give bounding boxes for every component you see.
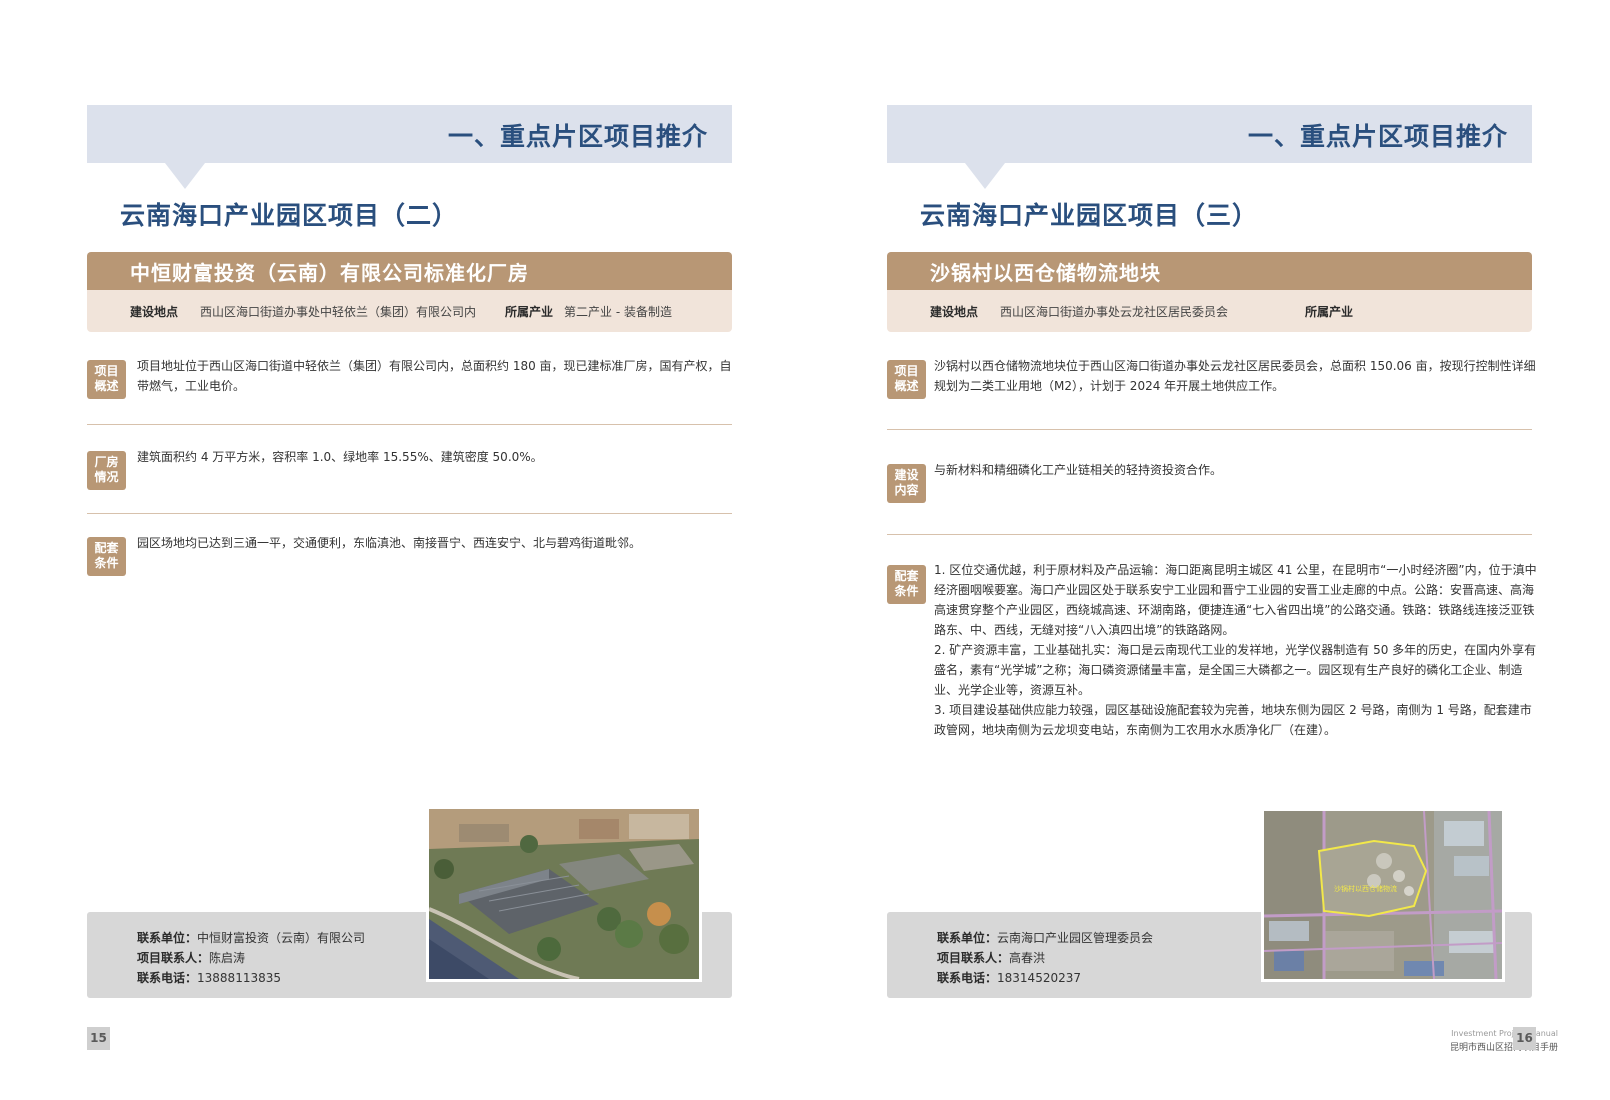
banner-notch xyxy=(165,163,205,189)
location-value: 西山区海口街道办事处中轻依兰（集团）有限公司内 xyxy=(200,305,477,319)
contact-phone-label: 联系电话： xyxy=(137,971,198,985)
contact-person-value: 高春洪 xyxy=(1009,951,1046,965)
contact-unit-value: 云南海口产业园区管理委员会 xyxy=(997,931,1154,945)
banner-title: 一、重点片区项目推介 xyxy=(447,122,708,151)
contact-phone-label: 联系电话： xyxy=(937,971,998,985)
page-number: 15 xyxy=(87,1027,110,1050)
project-info-bar: 建设地点 西山区海口街道办事处云龙社区居民委员会 所属产业 xyxy=(887,290,1532,332)
map-site-label: 沙锅村以西仓储物流 xyxy=(1334,884,1397,893)
banner-notch xyxy=(965,163,1005,189)
overview-text: 项目地址位于西山区海口街道中轻依兰（集团）有限公司内，总面积约 180 亩，现已… xyxy=(137,359,732,393)
contact-phone: 联系电话：13888113835 xyxy=(137,969,281,986)
plant-text: 建筑面积约 4 万平方米，容积率 1.0、绿地率 15.55%、建筑密度 50.… xyxy=(137,450,543,464)
location-value: 西山区海口街道办事处云龙社区居民委员会 xyxy=(1000,305,1229,319)
project-name-bar: 中恒财富投资（云南）有限公司标准化厂房 xyxy=(87,252,732,290)
conditions-list: 1. 区位交通优越，利于原材料及产品运输：海口距离昆明主城区 41 公里，在昆明… xyxy=(934,560,1537,740)
industry-value: 第二产业 - 装备制造 xyxy=(564,305,672,319)
badge-line: 建设 xyxy=(894,468,919,482)
industry-label: 所属产业 xyxy=(505,305,554,319)
page-number: 16 xyxy=(1513,1027,1536,1050)
project-title: 云南海口产业园区项目（二） xyxy=(120,201,459,230)
conditions-badge: 配套 条件 xyxy=(87,537,126,576)
contact-person-label: 项目联系人： xyxy=(137,951,210,965)
badge-line: 配套 xyxy=(894,569,919,583)
banner-title: 一、重点片区项目推介 xyxy=(1247,122,1508,151)
contact-phone-value: 18314520237 xyxy=(997,971,1081,985)
badge-line: 概述 xyxy=(94,379,119,393)
badge-line: 内容 xyxy=(894,483,919,497)
location-label: 建设地点 xyxy=(130,305,179,319)
contact-unit: 联系单位：云南海口产业园区管理委员会 xyxy=(937,929,1153,946)
condition-item: 2. 矿产资源丰富，工业基础扎实：海口是云南现代工业的发祥地，光学仪器制造有 5… xyxy=(934,643,1537,697)
section-divider xyxy=(887,429,1532,430)
section-divider xyxy=(87,424,732,425)
contact-unit-value: 中恒财富投资（云南）有限公司 xyxy=(197,931,366,945)
condition-item: 1. 区位交通优越，利于原材料及产品运输：海口距离昆明主城区 41 公里，在昆明… xyxy=(934,563,1537,637)
site-satellite-map: 沙锅村以西仓储物流 xyxy=(1261,808,1505,982)
badge-line: 条件 xyxy=(94,556,119,570)
section-banner: 一、重点片区项目推介 xyxy=(87,105,732,189)
contact-unit-label: 联系单位： xyxy=(937,931,998,945)
badge-line: 概述 xyxy=(894,379,919,393)
conditions-text: 园区场地均已达到三通一平，交通便利，东临滇池、南接晋宁、西连安宁、北与碧鸡街道毗… xyxy=(137,536,642,550)
construction-badge: 建设 内容 xyxy=(887,464,926,503)
contact-person-label: 项目联系人： xyxy=(937,951,1010,965)
condition-item: 3. 项目建设基础供应能力较强，园区基础设施配套较为完善，地块东侧为园区 2 号… xyxy=(934,703,1532,737)
project-info-bar: 建设地点 西山区海口街道办事处中轻依兰（集团）有限公司内 所属产业 第二产业 -… xyxy=(87,290,732,332)
badge-line: 项目 xyxy=(894,364,919,378)
contact-unit: 联系单位：中恒财富投资（云南）有限公司 xyxy=(137,929,365,946)
contact-phone-value: 13888113835 xyxy=(197,971,281,985)
contact-person: 项目联系人：高春洪 xyxy=(937,949,1045,966)
footer-english-title: Investment Project Manual xyxy=(1451,1029,1558,1038)
overview-text: 沙锅村以西仓储物流地块位于西山区海口街道办事处云龙社区居民委员会，总面积 150… xyxy=(934,359,1536,393)
footer-chinese-title: 昆明市西山区招商项目手册 xyxy=(1449,1043,1558,1053)
location-label: 建设地点 xyxy=(930,305,979,319)
project-name: 中恒财富投资（云南）有限公司标准化厂房 xyxy=(130,261,529,285)
factory-aerial-photo xyxy=(426,806,702,982)
section-banner: 一、重点片区项目推介 xyxy=(887,105,1532,189)
right-page: 一、重点片区项目推介 云南海口产业园区项目（三） 沙锅村以西仓储物流地块 建设地… xyxy=(805,0,1610,1100)
badge-line: 厂房 xyxy=(94,455,119,469)
contact-person: 项目联系人：陈启涛 xyxy=(137,949,245,966)
project-name: 沙锅村以西仓储物流地块 xyxy=(930,261,1161,285)
section-divider xyxy=(87,513,732,514)
contact-person-value: 陈启涛 xyxy=(209,951,246,965)
badge-line: 情况 xyxy=(94,470,119,484)
badge-line: 项目 xyxy=(94,364,119,378)
industry-label: 所属产业 xyxy=(1305,305,1354,319)
overview-badge: 项目 概述 xyxy=(87,360,126,399)
factory-aerial-illustration xyxy=(429,809,699,979)
contact-unit-label: 联系单位： xyxy=(137,931,198,945)
left-page: 一、重点片区项目推介 云南海口产业园区项目（二） 中恒财富投资（云南）有限公司标… xyxy=(0,0,805,1100)
section-divider xyxy=(887,534,1532,535)
conditions-badge: 配套 条件 xyxy=(887,565,926,604)
badge-line: 条件 xyxy=(894,584,919,598)
plant-badge: 厂房 情况 xyxy=(87,451,126,490)
site-map-illustration: 沙锅村以西仓储物流 xyxy=(1264,811,1502,979)
construction-text: 与新材料和精细磷化工产业链相关的轻持资投资合作。 xyxy=(934,463,1223,477)
overview-badge: 项目 概述 xyxy=(887,360,926,399)
badge-line: 配套 xyxy=(94,541,119,555)
project-name-bar: 沙锅村以西仓储物流地块 xyxy=(887,252,1532,290)
contact-phone: 联系电话：18314520237 xyxy=(937,969,1081,986)
project-title: 云南海口产业园区项目（三） xyxy=(920,201,1259,230)
